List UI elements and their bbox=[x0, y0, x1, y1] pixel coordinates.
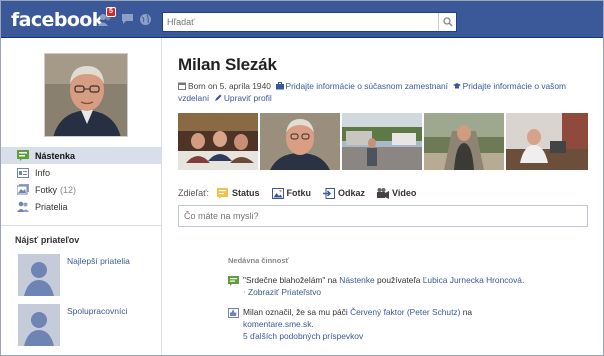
main-content: Milan Slezák Born on 5. apríla 1940 Prid… bbox=[162, 38, 603, 355]
profile-picture[interactable] bbox=[44, 53, 128, 137]
briefcase-icon bbox=[275, 82, 284, 90]
story-text: Milan označil, že sa mu páči Červený fak… bbox=[243, 306, 588, 342]
top-bar: facebook 5 bbox=[1, 1, 603, 38]
friend-list-picture[interactable] bbox=[18, 304, 60, 346]
search-button[interactable] bbox=[438, 13, 456, 31]
story-text-fragment: na bbox=[325, 275, 340, 285]
notification-badge: 5 bbox=[106, 7, 116, 17]
share-video[interactable]: Video bbox=[377, 187, 417, 199]
status-input[interactable] bbox=[178, 205, 588, 227]
nav-info[interactable]: Info bbox=[1, 164, 161, 181]
find-friends-heading: Nájsť priateľov bbox=[15, 235, 80, 245]
video-icon bbox=[377, 187, 390, 199]
photos-icon bbox=[17, 184, 29, 196]
divider bbox=[1, 225, 161, 226]
wall-post-icon bbox=[228, 276, 239, 286]
recent-activity-heading: Nedávna činnosť bbox=[228, 256, 290, 265]
facebook-logo[interactable]: facebook bbox=[11, 9, 104, 31]
liked-page-link[interactable]: Červený faktor (Peter Schutz) bbox=[350, 307, 460, 317]
liked-site-link[interactable]: komentare.sme.sk bbox=[243, 319, 311, 329]
share-photo[interactable]: Fotku bbox=[271, 187, 312, 199]
browser-frame: facebook 5 Hľadať Nástenka Info Fotky (1… bbox=[0, 0, 604, 356]
story-text: "Srdečne blahoželám" na Nástenke používa… bbox=[243, 274, 588, 298]
share-label: Zdieľať: bbox=[178, 188, 210, 198]
nav-wall[interactable]: Nástenka bbox=[1, 147, 161, 164]
story-quote: "Srdečne blahoželám" bbox=[243, 275, 326, 285]
find-friends-coworkers[interactable]: Spolupracovníci bbox=[67, 306, 127, 316]
share-bar: Zdieľať: Status Fotku Odkaz Video bbox=[178, 185, 588, 201]
share-status-label: Status bbox=[232, 188, 260, 198]
status-icon bbox=[217, 187, 229, 199]
nav-label: Nástenka bbox=[35, 150, 76, 161]
photo-strip-item[interactable] bbox=[424, 113, 504, 170]
share-link-label: Odkaz bbox=[338, 188, 366, 198]
search-input[interactable] bbox=[163, 13, 439, 31]
share-video-label: Video bbox=[392, 188, 417, 198]
view-friendship-link[interactable]: Zobraziť Priateľstvo bbox=[248, 287, 321, 297]
photo-strip-item[interactable] bbox=[342, 113, 422, 170]
friends-icon bbox=[17, 201, 29, 213]
calendar-icon bbox=[178, 82, 186, 90]
more-similar-posts-link[interactable]: 5 ďalších podobných príspevkov bbox=[243, 331, 363, 341]
search-icon bbox=[442, 17, 452, 27]
story-text-fragment: . bbox=[521, 275, 525, 285]
nav-friends[interactable]: Priatelia bbox=[1, 198, 161, 215]
nav-label: Info bbox=[35, 167, 51, 178]
photo-strip-item[interactable] bbox=[260, 113, 340, 170]
add-work-link[interactable]: Pridajte informácie o súčasnom zamestnan… bbox=[286, 81, 448, 91]
nav-label: Fotky bbox=[35, 184, 58, 195]
globe-icon[interactable] bbox=[137, 11, 153, 27]
birthday-text: Born on 5. apríla 1940 bbox=[188, 81, 271, 91]
wall-icon bbox=[17, 150, 29, 162]
share-photo-label: Fotku bbox=[286, 188, 312, 198]
nav-label: Priatelia bbox=[35, 201, 68, 212]
like-icon bbox=[228, 308, 239, 318]
edit-profile-link[interactable]: Upraviť profil bbox=[224, 93, 272, 103]
photo-icon bbox=[271, 187, 284, 199]
story-wall-link[interactable]: Nástenke bbox=[339, 275, 374, 285]
story-text-fragment: Milan označil, že sa mu páči bbox=[243, 307, 351, 317]
story-text-fragment: na bbox=[460, 307, 473, 317]
photo-strip-item[interactable] bbox=[506, 113, 588, 170]
pencil-icon bbox=[214, 94, 222, 101]
story-text-fragment: používateľa bbox=[374, 275, 423, 285]
friend-list-picture[interactable] bbox=[18, 254, 60, 296]
search-box bbox=[162, 12, 457, 32]
messages-icon[interactable] bbox=[119, 11, 135, 27]
share-status[interactable]: Status bbox=[217, 187, 260, 199]
graduation-cap-icon bbox=[452, 83, 461, 89]
left-column: Nástenka Info Fotky (12) Priatelia Nájsť… bbox=[1, 38, 162, 355]
link-icon bbox=[323, 187, 336, 199]
story-user-link[interactable]: Ľubica Jurnecka Hroncová bbox=[423, 275, 522, 285]
story-text-fragment: . bbox=[311, 319, 314, 329]
share-link[interactable]: Odkaz bbox=[323, 187, 366, 199]
photos-count: (12) bbox=[60, 184, 77, 195]
info-icon bbox=[17, 167, 29, 179]
find-friends-best[interactable]: Najlepší priatelia bbox=[67, 256, 130, 266]
profile-name: Milan Slezák bbox=[178, 55, 277, 74]
photo-strip-item[interactable] bbox=[178, 113, 258, 170]
activity-story: Milan označil, že sa mu páči Červený fak… bbox=[228, 306, 588, 346]
nav-photos[interactable]: Fotky (12) bbox=[1, 181, 161, 198]
profile-info-line: Born on 5. apríla 1940 Pridajte informác… bbox=[178, 80, 588, 104]
activity-story: "Srdečne blahoželám" na Nástenke používa… bbox=[228, 274, 588, 300]
friend-requests-icon[interactable]: 5 bbox=[97, 7, 116, 27]
